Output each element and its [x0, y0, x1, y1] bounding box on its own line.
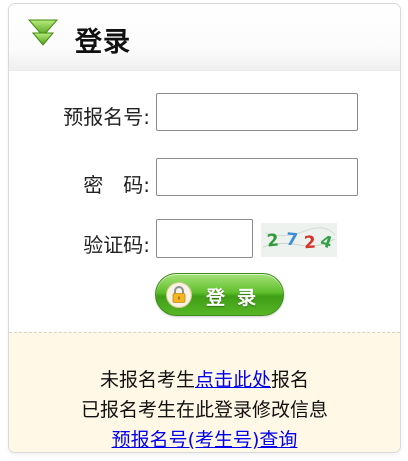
login-button[interactable]: 登录 [155, 273, 284, 316]
login-button-label: 登录 [206, 287, 269, 309]
captcha-input[interactable] [156, 219, 253, 258]
captcha-char: 2 [303, 233, 316, 254]
modify-info-text: 已报名考生在此登录修改信息 [80, 399, 328, 421]
captcha-char: 7 [285, 230, 299, 251]
captcha-label: 验证码: [83, 233, 150, 257]
footer-info: 未报名考生点击此处报名 已报名考生在此登录修改信息 预报名号(考生号)查询 [9, 332, 400, 452]
register-prompt: 未报名考生点击此处报名 [9, 365, 400, 392]
password-input[interactable] [156, 158, 358, 196]
exam-number-input[interactable] [156, 93, 358, 131]
query-line: 预报名号(考生号)查询 [9, 425, 400, 452]
page-title: 登录 [75, 27, 131, 58]
password-label: 密 码: [83, 173, 150, 197]
register-prompt-prefix: 未报名考生 [99, 369, 195, 391]
panel-header: 登录 [9, 4, 400, 71]
captcha-char: 2 [266, 230, 280, 251]
exam-number-label: 预报名号: [63, 105, 150, 129]
register-prompt-suffix: 报名 [271, 369, 310, 391]
register-link[interactable]: 点击此处 [195, 369, 271, 391]
lock-icon [166, 282, 192, 308]
green-down-arrow-icon [27, 19, 59, 46]
captcha-image[interactable]: 2 7 2 4 [261, 223, 337, 257]
login-panel: 登录 预报名号: 密 码: 验证码: 2 7 2 4 登录 未报名考生点击此处报… [8, 3, 401, 453]
exam-number-query-link[interactable]: 预报名号(考生号)查询 [112, 429, 298, 451]
